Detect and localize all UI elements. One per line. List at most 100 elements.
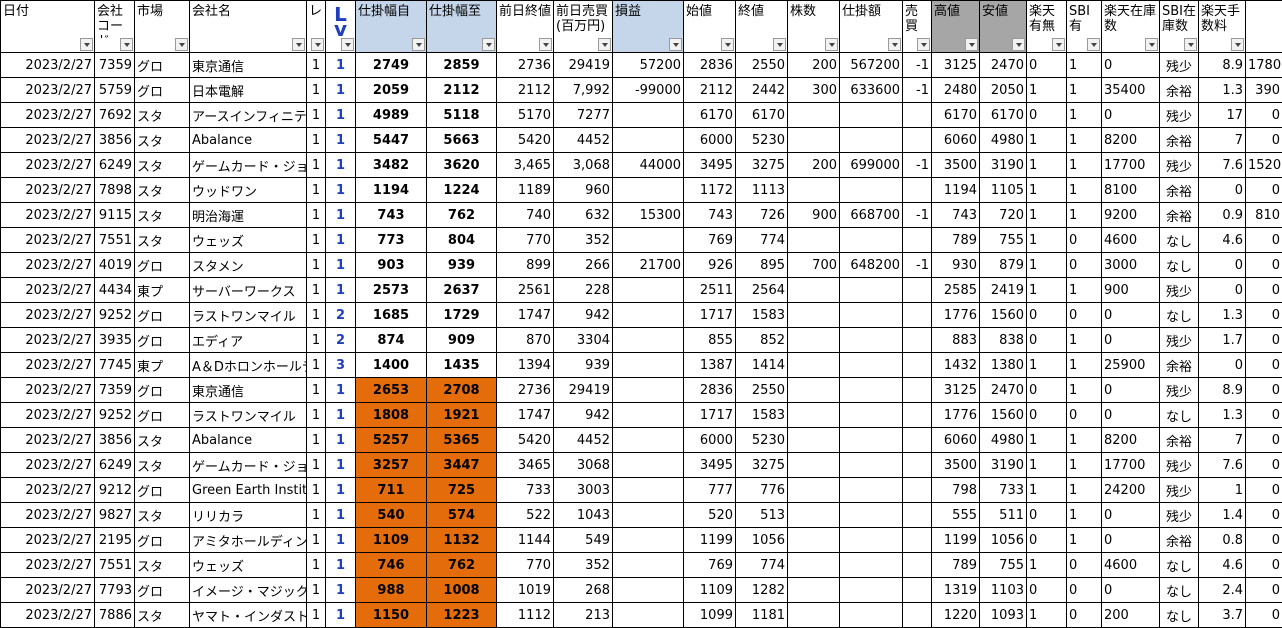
table-cell[interactable] — [902, 402, 932, 428]
table-cell[interactable]: 1380 — [979, 352, 1027, 378]
table-cell[interactable]: 0 — [1026, 377, 1067, 403]
table-cell[interactable]: 200 — [1101, 602, 1160, 628]
table-cell[interactable]: 352 — [553, 552, 613, 578]
table-cell[interactable]: 4989 — [355, 102, 427, 128]
table-cell[interactable]: グロ — [134, 327, 190, 353]
table-cell[interactable] — [902, 602, 932, 628]
table-cell[interactable]: 1 — [306, 302, 326, 328]
table-cell[interactable]: 1 — [325, 527, 356, 553]
table-cell[interactable]: 762 — [426, 552, 497, 578]
table-cell[interactable]: 2749 — [355, 52, 427, 78]
table-cell[interactable]: スタ — [134, 227, 190, 253]
table-cell[interactable]: 0 — [1245, 602, 1282, 628]
table-cell[interactable]: 余裕 — [1159, 352, 1199, 378]
table-cell[interactable]: 1 — [1066, 152, 1102, 178]
table-cell[interactable]: 3500 — [931, 152, 980, 178]
table-cell[interactable]: 1043 — [553, 502, 613, 528]
table-cell[interactable]: 1.7 — [1198, 327, 1246, 353]
table-cell[interactable]: 1144 — [496, 527, 554, 553]
table-cell[interactable]: 7,992 — [553, 77, 613, 103]
table-cell[interactable]: 1 — [306, 502, 326, 528]
table-cell[interactable]: 4019 — [94, 252, 135, 278]
table-cell[interactable]: 1 — [1066, 102, 1102, 128]
table-cell[interactable]: 3275 — [735, 152, 788, 178]
table-cell[interactable]: 0 — [1245, 527, 1282, 553]
table-cell[interactable]: 939 — [426, 252, 497, 278]
table-cell[interactable]: 773 — [355, 227, 427, 253]
table-cell[interactable]: なし — [1159, 302, 1199, 328]
table-cell[interactable] — [612, 377, 684, 403]
table-cell[interactable]: スタ — [134, 427, 190, 453]
table-cell[interactable]: 1 — [306, 102, 326, 128]
table-cell[interactable]: ゲームカード・ジョイコ — [189, 152, 307, 178]
table-cell[interactable]: 711 — [355, 477, 427, 503]
table-cell[interactable]: 2112 — [683, 77, 736, 103]
table-cell[interactable] — [612, 452, 684, 478]
table-cell[interactable]: 3068 — [553, 452, 613, 478]
table-cell[interactable] — [839, 277, 903, 303]
table-cell[interactable]: 3275 — [735, 452, 788, 478]
table-cell[interactable]: 352 — [553, 227, 613, 253]
table-cell[interactable]: 2442 — [735, 77, 788, 103]
table-cell[interactable]: 522 — [496, 502, 554, 528]
table-cell[interactable]: 648200 — [839, 252, 903, 278]
table-cell[interactable]: 1 — [306, 577, 326, 603]
table-cell[interactable]: 1685 — [355, 302, 427, 328]
table-cell[interactable]: 1 — [306, 177, 326, 203]
table-cell[interactable]: 1 — [1026, 77, 1067, 103]
table-cell[interactable]: 2550 — [735, 52, 788, 78]
table-cell[interactable]: 743 — [683, 202, 736, 228]
table-cell[interactable]: 6170 — [735, 102, 788, 128]
table-cell[interactable]: 3856 — [94, 427, 135, 453]
table-cell[interactable] — [787, 452, 840, 478]
table-cell[interactable]: 4600 — [1101, 552, 1160, 578]
table-cell[interactable]: 0 — [1198, 252, 1246, 278]
table-cell[interactable]: 2023/2/27 — [0, 527, 95, 553]
table-cell[interactable]: 4434 — [94, 277, 135, 303]
table-cell[interactable]: なし — [1159, 402, 1199, 428]
table-cell[interactable]: 300 — [787, 77, 840, 103]
table-cell[interactable]: 0 — [1245, 427, 1282, 453]
table-cell[interactable]: 2023/2/27 — [0, 252, 95, 278]
table-cell[interactable]: 1717 — [683, 402, 736, 428]
table-cell[interactable]: 1 — [1066, 477, 1102, 503]
table-cell[interactable]: 1 — [1026, 252, 1067, 278]
table-cell[interactable] — [839, 402, 903, 428]
table-cell[interactable]: 1776 — [931, 402, 980, 428]
table-cell[interactable]: 1520 — [1245, 152, 1282, 178]
filter-dropdown-icon[interactable] — [669, 38, 682, 51]
table-cell[interactable]: 1 — [325, 52, 356, 78]
table-cell[interactable]: イメージ・マジック — [189, 577, 307, 603]
table-cell[interactable]: 0 — [1101, 52, 1160, 78]
table-cell[interactable] — [612, 502, 684, 528]
table-cell[interactable]: 1 — [306, 352, 326, 378]
table-cell[interactable]: 3 — [325, 352, 356, 378]
table-cell[interactable]: 1 — [1066, 52, 1102, 78]
table-cell[interactable] — [839, 477, 903, 503]
table-cell[interactable]: 2653 — [355, 377, 427, 403]
table-cell[interactable]: ウェッズ — [189, 552, 307, 578]
filter-dropdown-icon[interactable] — [773, 38, 786, 51]
table-cell[interactable]: ウッドワン — [189, 177, 307, 203]
table-cell[interactable] — [902, 177, 932, 203]
table-cell[interactable] — [902, 352, 932, 378]
table-cell[interactable]: 7.6 — [1198, 452, 1246, 478]
table-cell[interactable]: 明治海運 — [189, 202, 307, 228]
table-cell[interactable]: 2470 — [979, 377, 1027, 403]
table-cell[interactable]: 1 — [1026, 452, 1067, 478]
table-cell[interactable]: -1 — [902, 202, 932, 228]
table-cell[interactable] — [787, 102, 840, 128]
table-cell[interactable]: 5420 — [496, 427, 554, 453]
table-cell[interactable]: 1432 — [931, 352, 980, 378]
table-cell[interactable]: スタ — [134, 127, 190, 153]
table-cell[interactable]: 2736 — [496, 377, 554, 403]
table-cell[interactable]: 1.3 — [1198, 302, 1246, 328]
table-cell[interactable]: 5420 — [496, 127, 554, 153]
table-cell[interactable]: 883 — [931, 327, 980, 353]
table-cell[interactable]: 774 — [735, 552, 788, 578]
table-cell[interactable]: 567200 — [839, 52, 903, 78]
table-cell[interactable]: 2859 — [426, 52, 497, 78]
table-cell[interactable]: 3482 — [355, 152, 427, 178]
table-cell[interactable]: 9212 — [94, 477, 135, 503]
table-cell[interactable]: 1 — [1066, 202, 1102, 228]
